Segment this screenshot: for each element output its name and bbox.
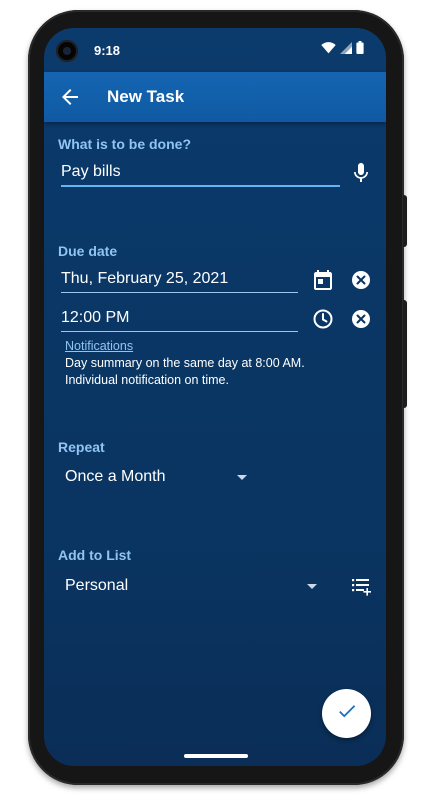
notifications-link[interactable]: Notifications	[65, 339, 133, 353]
task-name-input[interactable]: Pay bills	[61, 163, 340, 187]
add-list-button[interactable]	[349, 574, 373, 598]
list-label: Add to List	[58, 547, 132, 563]
status-icons	[321, 41, 364, 57]
dropdown-arrow-icon	[305, 577, 319, 600]
pick-date-button[interactable]	[311, 268, 335, 292]
status-bar: 9:18	[44, 28, 386, 72]
check-icon	[336, 700, 358, 727]
clear-time-button[interactable]	[349, 307, 373, 331]
microphone-icon	[349, 163, 373, 189]
app-bar: New Task	[44, 72, 386, 122]
arrow-back-icon	[58, 89, 82, 113]
front-camera	[56, 40, 78, 62]
battery-icon	[356, 41, 364, 57]
calendar-icon	[311, 270, 335, 296]
task-label: What is to be done?	[58, 136, 191, 152]
due-date-field[interactable]: Thu, February 25, 2021	[61, 270, 298, 293]
clear-icon	[349, 271, 373, 296]
repeat-label: Repeat	[58, 439, 105, 455]
clock-icon	[311, 309, 335, 335]
screen: 9:18 New Task What is to be done? Pay bi…	[44, 28, 386, 766]
status-time: 9:18	[94, 43, 121, 58]
notification-summary-text: Day summary on the same day at 8:00 AM.	[65, 356, 305, 370]
back-button[interactable]	[58, 85, 82, 109]
save-task-button[interactable]	[322, 689, 371, 738]
repeat-dropdown[interactable]: Once a Month	[65, 468, 250, 490]
cell-signal-icon	[340, 41, 352, 57]
home-indicator[interactable]	[184, 754, 248, 758]
wifi-icon	[321, 41, 336, 57]
list-selected-value: Personal	[65, 577, 129, 594]
due-time-field[interactable]: 12:00 PM	[61, 309, 298, 332]
dropdown-arrow-icon	[235, 468, 249, 491]
repeat-selected-value: Once a Month	[65, 468, 166, 485]
page-title: New Task	[107, 87, 185, 106]
voice-input-button[interactable]	[349, 161, 373, 185]
due-time-value: 12:00 PM	[61, 309, 130, 326]
clear-date-button[interactable]	[349, 268, 373, 292]
due-date-label: Due date	[58, 243, 118, 259]
list-dropdown[interactable]: Personal	[65, 577, 320, 599]
clear-icon	[349, 310, 373, 335]
volume-button	[403, 195, 407, 247]
notification-individual-text: Individual notification on time.	[65, 373, 229, 387]
due-date-value: Thu, February 25, 2021	[61, 270, 229, 287]
power-button	[403, 300, 407, 408]
pick-time-button[interactable]	[311, 307, 335, 331]
task-name-value: Pay bills	[61, 163, 121, 180]
playlist-add-icon	[349, 579, 373, 602]
